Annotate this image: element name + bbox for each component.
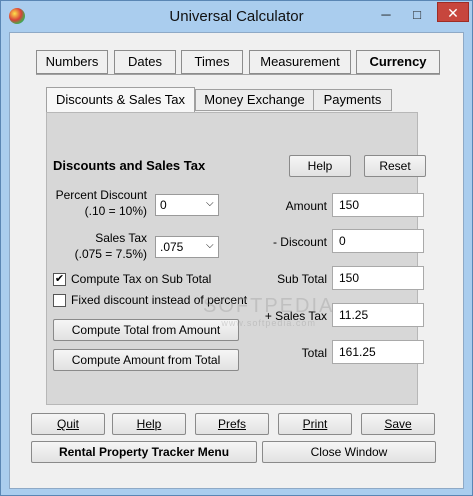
compute-amount-button[interactable]: Compute Amount from Total: [53, 349, 239, 371]
watermark-subtext: www.softpedia.com: [221, 318, 316, 328]
percent-discount-select[interactable]: 0 ⌵: [155, 194, 219, 216]
fixed-discount-checkbox[interactable]: [53, 294, 66, 307]
discount-label: - Discount: [272, 235, 327, 249]
close-button[interactable]: ✕: [437, 2, 469, 22]
sales-tax-rate-value: .075: [160, 240, 184, 254]
chevron-down-icon: ⌵: [206, 198, 214, 209]
tab-dates[interactable]: Dates: [114, 50, 176, 74]
amount-label: Amount: [285, 199, 327, 213]
tab-times[interactable]: Times: [181, 50, 243, 74]
percent-discount-value: 0: [160, 198, 167, 212]
subtab-discounts-sales-tax[interactable]: Discounts & Sales Tax: [46, 87, 195, 113]
bottom-help-button[interactable]: Help: [112, 413, 186, 435]
tab-divider: [36, 74, 440, 75]
minimize-button[interactable]: ─: [377, 8, 395, 23]
print-label: Print: [302, 417, 328, 431]
total-field[interactable]: 161.25: [332, 340, 424, 364]
sales-tax-select[interactable]: .075 ⌵: [155, 236, 219, 258]
save-label: Save: [384, 417, 412, 431]
watermark-text: SOFTPEDIA: [203, 295, 335, 317]
tab-measurement[interactable]: Measurement: [249, 50, 351, 74]
amount-field[interactable]: 150: [332, 193, 424, 217]
quit-button[interactable]: Quit: [31, 413, 105, 435]
percent-discount-hint: (.10 = 10%): [84, 204, 147, 218]
window-title: Universal Calculator: [169, 8, 304, 25]
chevron-down-icon: ⌵: [206, 240, 214, 251]
rental-property-menu-button[interactable]: Rental Property Tracker Menu: [31, 441, 257, 463]
title-bar[interactable]: Universal Calculator ─ □ ✕: [1, 1, 472, 31]
help-button[interactable]: Help: [289, 155, 351, 177]
prefs-button[interactable]: Prefs: [195, 413, 269, 435]
close-window-button[interactable]: Close Window: [262, 441, 436, 463]
percent-discount-label: Percent Discount: [55, 188, 147, 202]
section-title: Discounts and Sales Tax: [53, 158, 206, 173]
compute-tax-checkbox[interactable]: ✔: [53, 273, 66, 286]
print-button[interactable]: Print: [278, 413, 352, 435]
quit-label: Quit: [56, 417, 79, 431]
reset-button[interactable]: Reset: [364, 155, 426, 177]
subtotal-label: Sub Total: [277, 272, 327, 286]
sales-tax-field[interactable]: 11.25: [332, 303, 424, 327]
compute-tax-label[interactable]: Compute Tax on Sub Total: [71, 272, 211, 286]
app-window: Universal Calculator ─ □ ✕ Numbers Dates…: [0, 0, 473, 496]
sales-tax-label: Sales Tax: [95, 231, 147, 245]
maximize-button[interactable]: □: [408, 8, 426, 23]
client-area: Numbers Dates Times Measurement Currency…: [9, 32, 464, 489]
subtab-payments[interactable]: Payments: [313, 89, 392, 111]
save-button[interactable]: Save: [361, 413, 435, 435]
softpedia-watermark: SOFTPEDIA www.softpedia.com: [203, 295, 334, 328]
prefs-label: Prefs: [217, 417, 246, 431]
subtotal-field[interactable]: 150: [332, 266, 424, 290]
tab-currency[interactable]: Currency: [356, 50, 440, 74]
total-label: Total: [301, 346, 327, 360]
tab-numbers[interactable]: Numbers: [36, 50, 108, 74]
sales-tax-hint: (.075 = 7.5%): [74, 247, 147, 261]
subtab-money-exchange[interactable]: Money Exchange: [195, 89, 314, 111]
discount-field[interactable]: 0: [332, 229, 424, 253]
discounts-panel: Discounts and Sales Tax Help Reset Perce…: [46, 112, 426, 405]
bottom-help-label: Help: [136, 417, 162, 431]
